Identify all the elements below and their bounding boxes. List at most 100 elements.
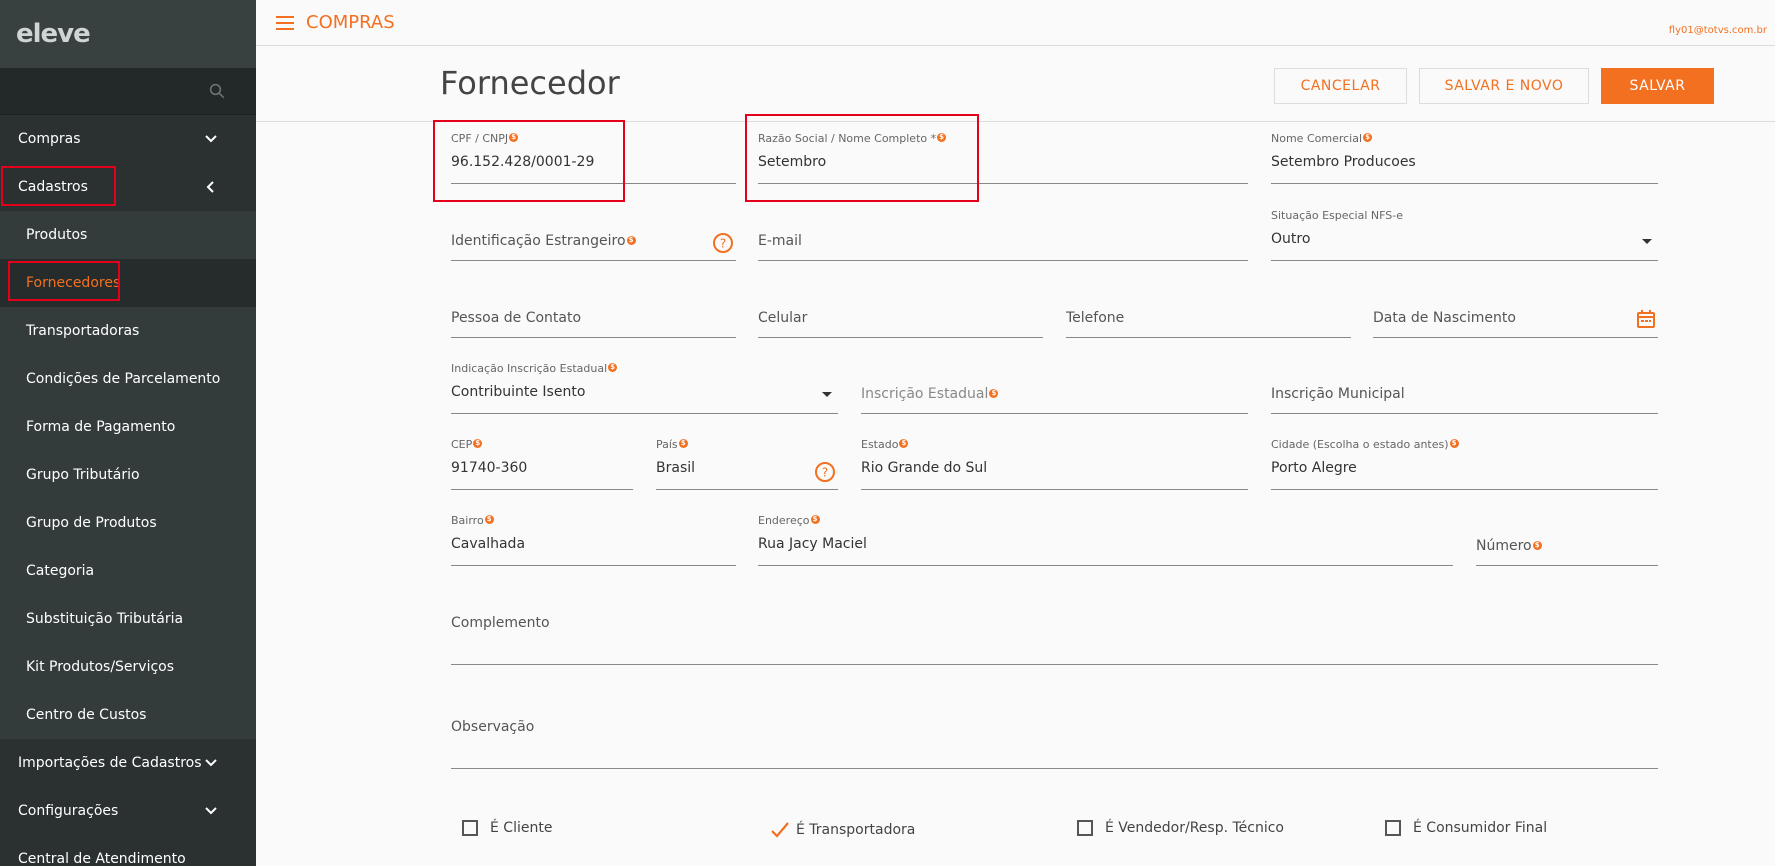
sidebar-subitem-substituicao-tributaria[interactable]: Substituição Tributária xyxy=(0,595,256,643)
checkbox-e-transportadora[interactable]: É Transportadora xyxy=(770,820,915,840)
numero-field[interactable]: Número $ xyxy=(1476,514,1658,566)
sidebar-subitem-grupo-tributario[interactable]: Grupo Tributário xyxy=(0,451,256,499)
sidebar-item-importacoes[interactable]: Importações de Cadastros xyxy=(0,739,256,787)
email-placeholder: E-mail xyxy=(758,233,802,249)
logo-text: eleve xyxy=(16,19,91,49)
observacao-field[interactable]: Observação xyxy=(451,717,1658,769)
header-divider xyxy=(256,121,1775,122)
cep-value: 91740-360 xyxy=(451,460,528,476)
checkbox-e-consumidor-final[interactable]: É Consumidor Final xyxy=(1385,820,1547,836)
checkbox-box[interactable] xyxy=(1385,820,1401,836)
cep-field[interactable]: CEP $ 91740-360 xyxy=(451,438,633,490)
top-bar: COMPRAS fly01@totvs.com.br xyxy=(256,0,1775,46)
required-icon: $ xyxy=(608,363,618,372)
bairro-field[interactable]: Bairro $ Cavalhada xyxy=(451,514,736,566)
caret-down-icon xyxy=(822,392,832,397)
checkbox-box[interactable] xyxy=(462,820,478,836)
inscricao-municipal-placeholder: Inscrição Municipal xyxy=(1271,386,1405,402)
indicacao-ie-value: Contribuinte Isento xyxy=(451,384,586,400)
sidebar-item-label: Configurações xyxy=(18,803,119,819)
sidebar-subitem-produtos[interactable]: Produtos xyxy=(0,211,256,259)
field-label: CEP $ xyxy=(451,438,483,451)
save-and-new-button[interactable]: SALVAR E NOVO xyxy=(1419,68,1589,104)
required-icon: $ xyxy=(1449,439,1459,448)
identificacao-estrangeiro-placeholder: Identificação Estrangeiro $ xyxy=(451,233,636,249)
logo[interactable]: eleve xyxy=(0,0,256,68)
sidebar-subitem-label: Condições de Parcelamento xyxy=(26,371,221,387)
required-icon: $ xyxy=(473,439,483,448)
inscricao-municipal-field[interactable]: Inscrição Municipal xyxy=(1271,362,1658,414)
user-email[interactable]: fly01@totvs.com.br xyxy=(1669,25,1767,36)
cidade-field[interactable]: Cidade (Escolha o estado antes) $ Porto A… xyxy=(1271,438,1658,490)
sidebar-item-configuracoes[interactable]: Configurações xyxy=(0,787,256,835)
sidebar-subitem-label: Substituição Tributária xyxy=(26,611,184,627)
sidebar-subitem-categoria[interactable]: Categoria xyxy=(0,547,256,595)
module-title: COMPRAS xyxy=(306,12,395,33)
checkbox-label: É Cliente xyxy=(490,820,553,836)
nome-comercial-value: Setembro Producoes xyxy=(1271,154,1416,170)
page-title: Fornecedor xyxy=(440,64,620,102)
cpf-cnpj-field[interactable]: CPF / CNPJ $ 96.152.428/0001-29 xyxy=(451,132,736,184)
sidebar-subitem-grupo-produtos[interactable]: Grupo de Produtos xyxy=(0,499,256,547)
field-label: Estado $ xyxy=(861,438,909,451)
checkbox-box[interactable] xyxy=(1077,820,1093,836)
pessoa-contato-field[interactable]: Pessoa de Contato xyxy=(451,286,736,338)
telefone-field[interactable]: Telefone xyxy=(1066,286,1351,338)
sidebar-subitem-condicoes-parcelamento[interactable]: Condições de Parcelamento xyxy=(0,355,256,403)
sidebar-subitem-label: Categoria xyxy=(26,563,95,579)
sidebar-subitem-forma-pagamento[interactable]: Forma de Pagamento xyxy=(0,403,256,451)
help-icon[interactable]: ? xyxy=(712,232,734,254)
caret-down-icon xyxy=(1642,239,1652,244)
sidebar-search[interactable] xyxy=(0,68,256,115)
estado-field[interactable]: Estado $ Rio Grande do Sul xyxy=(861,438,1248,490)
save-button[interactable]: SALVAR xyxy=(1601,68,1714,104)
help-icon[interactable]: ? xyxy=(814,461,836,483)
field-label: Nome Comercial $ xyxy=(1271,132,1373,145)
required-icon: $ xyxy=(989,389,999,398)
sidebar-item-label: Importações de Cadastros xyxy=(18,755,202,771)
sidebar-subitem-fornecedores[interactable]: Fornecedores xyxy=(0,259,256,307)
bairro-value: Cavalhada xyxy=(451,536,526,552)
email-field[interactable]: E-mail xyxy=(758,209,1248,261)
numero-placeholder: Número $ xyxy=(1476,538,1542,554)
endereco-value: Rua Jacy Maciel xyxy=(758,536,867,552)
calendar-icon[interactable] xyxy=(1636,309,1656,329)
required-icon: $ xyxy=(626,236,636,245)
sidebar-subitem-label: Produtos xyxy=(26,227,88,243)
pais-value: Brasil xyxy=(656,460,696,476)
sidebar-subitem-centro-custos[interactable]: Centro de Custos xyxy=(0,691,256,739)
checkbox-e-vendedor[interactable]: É Vendedor/Resp. Técnico xyxy=(1077,820,1284,836)
sidebar-item-central-atendimento[interactable]: Central de Atendimento xyxy=(0,835,256,866)
sidebar-subitem-label: Centro de Custos xyxy=(26,707,147,723)
data-nascimento-placeholder: Data de Nascimento xyxy=(1373,310,1516,326)
field-label: País $ xyxy=(656,438,688,451)
endereco-field[interactable]: Endereço $ Rua Jacy Maciel xyxy=(758,514,1453,566)
sidebar-subitem-transportadoras[interactable]: Transportadoras xyxy=(0,307,256,355)
complemento-field[interactable]: Complemento xyxy=(451,613,1658,665)
sidebar-item-cadastros[interactable]: Cadastros xyxy=(0,163,256,211)
situacao-nfse-select[interactable]: Situação Especial NFS-e Outro xyxy=(1271,209,1658,261)
identificacao-estrangeiro-field[interactable]: Identificação Estrangeiro $ ? xyxy=(451,209,736,261)
inscricao-estadual-field[interactable]: Inscrição Estadual $ xyxy=(861,362,1248,414)
cancel-button[interactable]: CANCELAR xyxy=(1274,68,1407,104)
sidebar-item-compras[interactable]: Compras xyxy=(0,115,256,163)
field-label: CPF / CNPJ $ xyxy=(451,132,519,145)
pais-field[interactable]: País $ Brasil ? xyxy=(656,438,838,490)
svg-text:?: ? xyxy=(720,237,726,251)
search-icon[interactable] xyxy=(208,82,226,100)
data-nascimento-field[interactable]: Data de Nascimento xyxy=(1373,286,1658,338)
checkmark-icon[interactable] xyxy=(770,820,790,840)
celular-field[interactable]: Celular xyxy=(758,286,1043,338)
svg-text:?: ? xyxy=(822,466,828,480)
checkbox-e-cliente[interactable]: É Cliente xyxy=(462,820,552,836)
sidebar-subitem-kit-produtos[interactable]: Kit Produtos/Serviços xyxy=(0,643,256,691)
nome-comercial-field[interactable]: Nome Comercial $ Setembro Producoes xyxy=(1271,132,1658,184)
cidade-value: Porto Alegre xyxy=(1271,460,1357,476)
field-label: Situação Especial NFS-e xyxy=(1271,209,1403,222)
observacao-placeholder: Observação xyxy=(451,719,535,735)
menu-icon[interactable] xyxy=(276,15,294,30)
complemento-placeholder: Complemento xyxy=(451,615,550,631)
razao-social-field[interactable]: Razão Social / Nome Completo * $ Setembro xyxy=(758,132,1248,184)
inscricao-estadual-placeholder: Inscrição Estadual $ xyxy=(861,386,999,402)
indicacao-ie-select[interactable]: Indicação Inscrição Estadual $ Contribuin… xyxy=(451,362,838,414)
